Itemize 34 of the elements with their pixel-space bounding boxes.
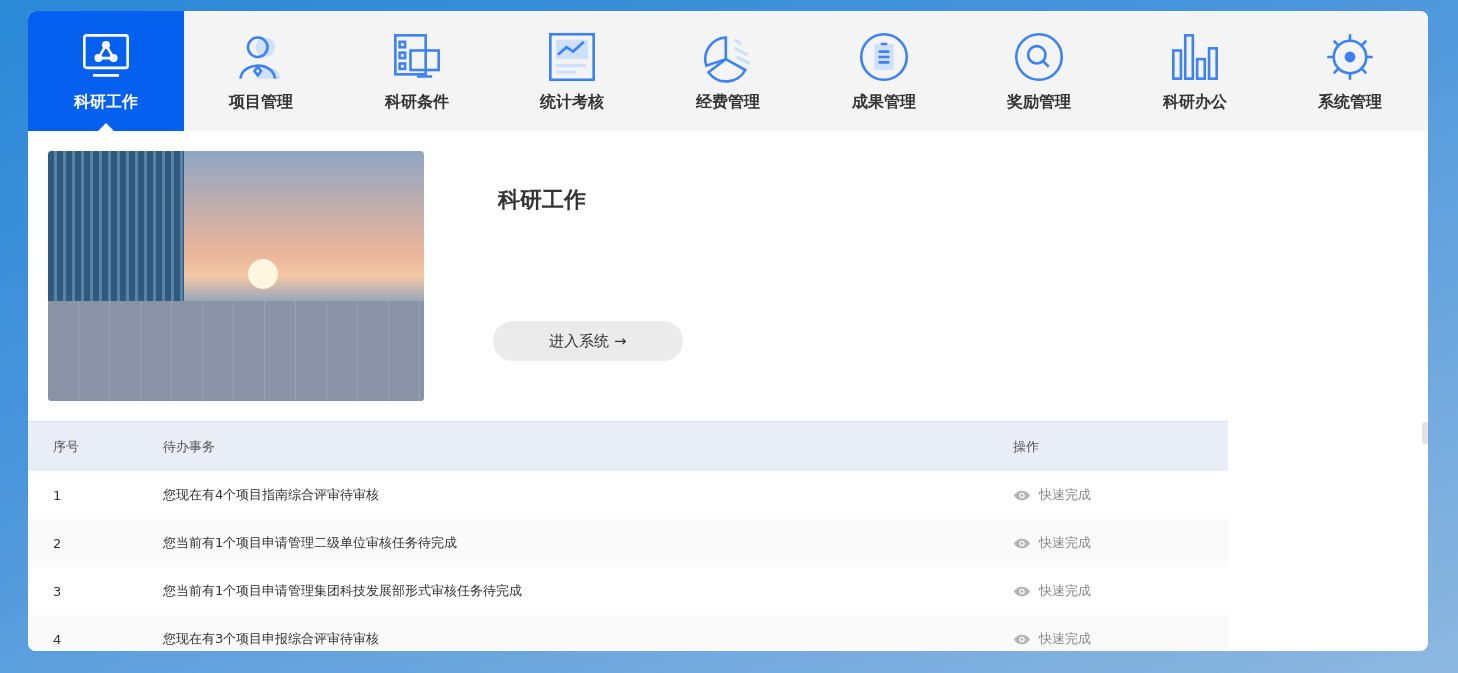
table-cell-text: 4 — [52, 631, 63, 647]
table-cell-text: 您当前有1个项目申请管理集团科技发展部形式审核任务待完成 — [163, 582, 524, 600]
eye-icon — [1013, 632, 1031, 646]
enter-system-button[interactable]: 进入系统 → — [493, 321, 683, 361]
nav-tab[interactable]: 经费管理 — [650, 11, 806, 131]
scrollbar-thumb[interactable] — [1422, 422, 1428, 444]
nav-tab[interactable]: 奖励管理 — [961, 11, 1117, 131]
nav-tab[interactable]: 统计考核 — [494, 11, 651, 131]
column-header: 操作 — [1013, 437, 1039, 456]
nav-tab[interactable]: 系统管理 — [1272, 11, 1428, 131]
quick-complete-link[interactable]: 快速完成 — [1013, 534, 1091, 552]
section-title: 科研工作 — [498, 186, 586, 214]
quick-complete-link[interactable]: 快速完成 — [1013, 630, 1091, 648]
table-cell-text: 您现在有4个项目指南综合评审待审核 — [163, 486, 381, 504]
table-cell-text: 3 — [52, 583, 63, 599]
quick-complete-link[interactable]: 快速完成 — [1013, 582, 1091, 600]
eye-icon — [1013, 488, 1031, 502]
nav-tab[interactable]: 科研办公 — [1116, 11, 1273, 131]
table-cell-text: 2 — [52, 535, 63, 551]
table-cell-text: 您当前有1个项目申请管理二级单位审核任务待完成 — [163, 534, 459, 552]
eye-icon — [1013, 536, 1031, 550]
column-header: 待办事务 — [163, 437, 216, 456]
nav-tab[interactable]: 科研工作 — [28, 11, 184, 131]
nav-tab[interactable]: 科研条件 — [339, 11, 495, 131]
search-icon — [1013, 31, 1066, 83]
table-cell-text: 1 — [52, 487, 63, 503]
table-cell-text: 您现在有3个项目申报综合评审待审核 — [163, 630, 381, 648]
column-header: 序号 — [52, 437, 80, 456]
nav-tab[interactable]: 成果管理 — [805, 11, 962, 131]
clipboard-icon — [857, 31, 910, 83]
nav-tab[interactable]: 项目管理 — [183, 11, 340, 131]
tab-pointer-icon — [97, 123, 114, 131]
quick-complete-link[interactable]: 快速完成 — [1013, 486, 1091, 504]
eye-icon — [1013, 584, 1031, 598]
